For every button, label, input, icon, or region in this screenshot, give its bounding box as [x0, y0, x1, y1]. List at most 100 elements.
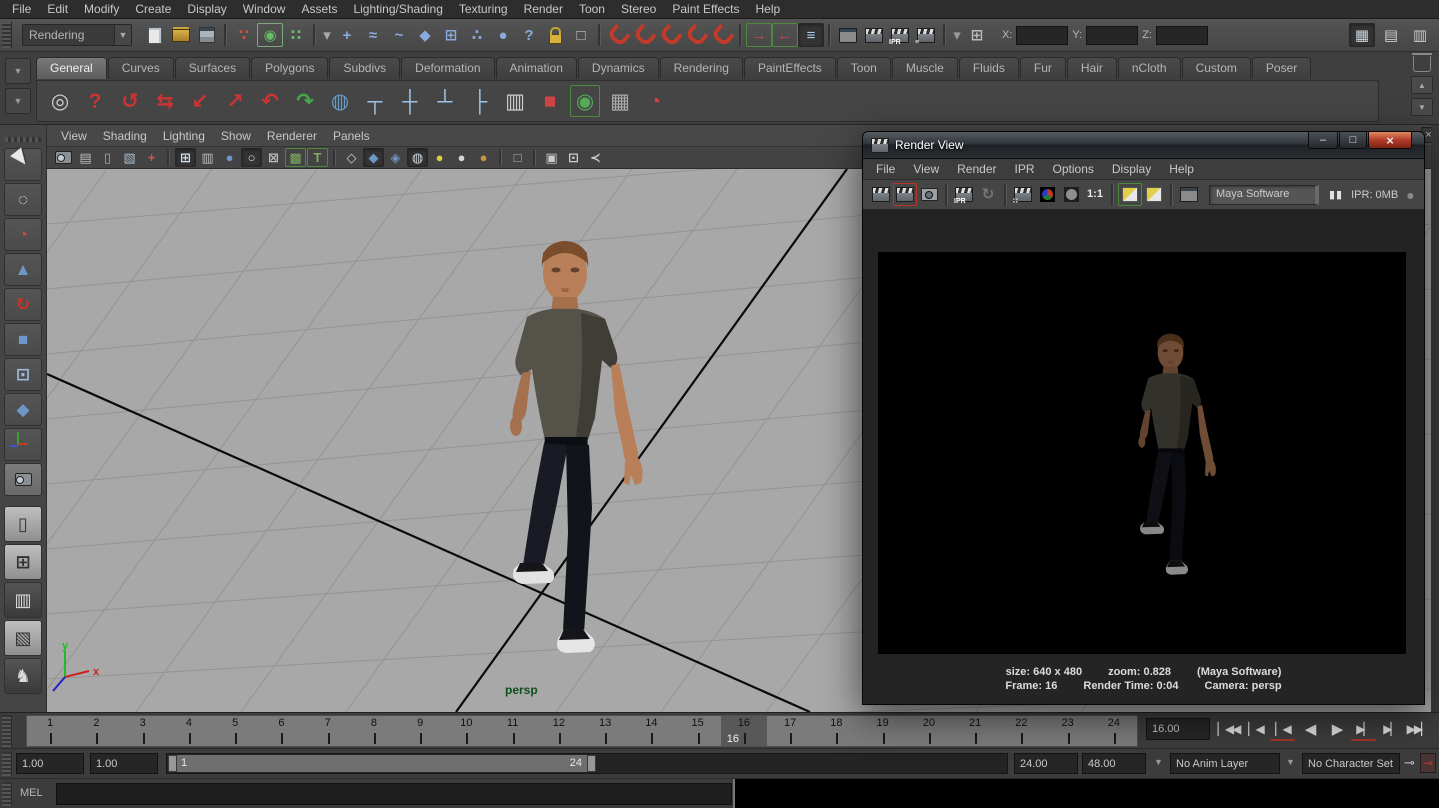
shelf-scene-browser-icon[interactable]: ◎ — [45, 85, 75, 117]
render-menu-item[interactable]: Display — [1103, 160, 1160, 178]
shelf-group-icon[interactable]: ┬ — [360, 85, 390, 117]
mask-deformations-icon[interactable]: ⊞ — [438, 23, 464, 47]
field-chart-icon[interactable]: ⊠ — [263, 148, 284, 167]
remove-image-icon[interactable] — [1142, 183, 1166, 206]
mask-parm-points-icon[interactable]: ≈ — [360, 23, 386, 47]
shelf-tab[interactable]: Surfaces — [175, 57, 250, 79]
timeline-frame[interactable]: 18 — [813, 716, 859, 746]
shelf-tab[interactable]: Dynamics — [578, 57, 659, 79]
timeline-frame[interactable]: 14 — [628, 716, 674, 746]
shelf-parent-icon[interactable]: ┼ — [395, 85, 425, 117]
render-menu-item[interactable]: Render — [948, 160, 1005, 178]
rendered-image[interactable] — [878, 252, 1406, 654]
range-slider-track[interactable]: 1 24 — [166, 753, 1008, 774]
menu-item[interactable]: Assets — [293, 0, 345, 18]
shelf-select-component-icon[interactable]: ▦ — [605, 85, 635, 117]
shelf-camera-dolly-icon[interactable]: ↙ — [185, 85, 215, 117]
shelf-scroll-down[interactable]: ▼ — [1411, 98, 1433, 116]
menu-item[interactable]: Render — [516, 0, 571, 18]
new-scene-icon[interactable] — [142, 23, 168, 47]
minimize-button[interactable]: – — [1308, 132, 1338, 149]
shelf-tab[interactable]: Fur — [1020, 57, 1066, 79]
panel-menu-item[interactable]: Panels — [325, 127, 378, 145]
region-render-icon[interactable]: ∷ — [1011, 183, 1035, 206]
shelf-camera-zoom-icon[interactable]: ↗ — [220, 85, 250, 117]
construction-history-icon[interactable]: ≡ — [798, 23, 824, 47]
snap-to-grids-icon[interactable] — [605, 23, 631, 47]
timeline-frame[interactable]: 13 — [582, 716, 628, 746]
shelf-camera-track-icon[interactable]: ⇆ — [150, 85, 180, 117]
rgb-channels-icon[interactable] — [1035, 183, 1059, 206]
shelf-undo-icon[interactable]: ↶ — [255, 85, 285, 117]
command-output[interactable] — [733, 779, 1439, 808]
timeline-frame[interactable]: 17 — [767, 716, 813, 746]
attribute-editor-icon[interactable]: ▦ — [1349, 23, 1375, 47]
use-default-material-icon[interactable]: ◍ — [407, 148, 428, 167]
ipr-render-icon[interactable]: IPR — [952, 183, 976, 206]
timeline-frame[interactable]: 7 — [305, 716, 351, 746]
timeline-frame[interactable]: 19 — [860, 716, 906, 746]
channel-box-icon[interactable]: ▥ — [1407, 23, 1433, 47]
render-settings-dialog-icon[interactable] — [1177, 183, 1201, 206]
shelf-tab[interactable]: Deformation — [401, 57, 494, 79]
timeline-frame[interactable]: 3 — [120, 716, 166, 746]
snap-to-viewplanes-icon[interactable] — [683, 23, 709, 47]
ratio-1to1-icon[interactable]: 1:1 — [1083, 183, 1107, 206]
open-scene-icon[interactable] — [168, 23, 194, 47]
step-forward-key-button[interactable]: ▶▏ — [1351, 717, 1376, 741]
play-backwards-button[interactable]: ◀ — [1297, 717, 1322, 741]
select-by-object-icon[interactable]: ◉ — [257, 23, 283, 47]
time-slider-ruler[interactable]: 1 2 3 4 5 6 — [26, 715, 1138, 747]
menu-item[interactable]: File — [4, 0, 39, 18]
last-tool-camera[interactable] — [4, 463, 42, 496]
highlight-selection-mode-icon[interactable]: □ — [507, 148, 528, 167]
tool-settings-icon[interactable]: ▤ — [1378, 23, 1404, 47]
view-compass-icon[interactable]: ▧ — [119, 148, 140, 167]
lasso-select-tool[interactable]: ◌ — [4, 183, 42, 216]
xray-icon[interactable]: ⊡ — [563, 148, 584, 167]
z-input[interactable] — [1156, 26, 1208, 45]
wireframe-icon[interactable]: ◇ — [341, 148, 362, 167]
maximize-button[interactable]: □ — [1339, 132, 1367, 149]
timeline-frame[interactable]: 9 — [397, 716, 443, 746]
alpha-channel-icon[interactable] — [1059, 183, 1083, 206]
safe-action-icon[interactable]: ▩ — [285, 148, 306, 167]
animation-start-field[interactable]: 1.00 — [16, 753, 84, 774]
select-by-hierarchy-icon[interactable]: ∵ — [231, 23, 257, 47]
menu-item[interactable]: Modify — [76, 0, 127, 18]
film-gate-icon[interactable]: ▥ — [197, 148, 218, 167]
menu-set-selector[interactable]: Rendering ▼ — [22, 24, 132, 46]
chevron-down-icon[interactable]: ▼ — [114, 25, 131, 45]
camera-attributes-icon[interactable] — [53, 148, 74, 167]
snap-to-curves-icon[interactable] — [631, 23, 657, 47]
render-menu-item[interactable]: IPR — [1006, 160, 1044, 178]
shelf-tab[interactable]: Poser — [1252, 57, 1311, 79]
close-button[interactable]: × — [1368, 132, 1412, 149]
menu-item[interactable]: Display — [179, 0, 234, 18]
menu-item[interactable]: Toon — [571, 0, 613, 18]
shelf-camera-orbit-icon[interactable]: ↺ — [115, 85, 145, 117]
shelf-tab[interactable]: Rendering — [660, 57, 743, 79]
menu-item[interactable]: Texturing — [451, 0, 516, 18]
shelf-unparent-icon[interactable]: ├ — [465, 85, 495, 117]
timeline-frame[interactable]: 2 — [73, 716, 119, 746]
lights-ambient-icon[interactable]: ● — [473, 148, 494, 167]
scale-tool[interactable]: ■ — [4, 323, 42, 356]
anim-layer-menu-icon[interactable]: ▼ — [1154, 757, 1163, 767]
mask-joints-icon[interactable]: ∴ — [464, 23, 490, 47]
menu-item[interactable]: Window — [235, 0, 294, 18]
step-forward-frame-button[interactable]: ▶▏ — [1378, 717, 1403, 741]
select-by-component-icon[interactable]: ∷ — [283, 23, 309, 47]
play-forwards-button[interactable]: ▶ — [1324, 717, 1349, 741]
panel-menu-item[interactable]: Shading — [95, 127, 155, 145]
render-current-frame-icon[interactable] — [869, 183, 893, 206]
timeline-frame[interactable]: 10 — [443, 716, 489, 746]
drag-handle[interactable] — [2, 22, 12, 48]
lock-selection-icon[interactable] — [542, 23, 568, 47]
timeline-frame[interactable]: 5 — [212, 716, 258, 746]
render-current-frame-icon[interactable] — [861, 23, 887, 47]
open-render-view-icon[interactable] — [835, 23, 861, 47]
lights-default-icon[interactable]: ● — [451, 148, 472, 167]
menu-item[interactable]: Paint Effects — [664, 0, 747, 18]
timeline-frame[interactable]: 20 — [906, 716, 952, 746]
